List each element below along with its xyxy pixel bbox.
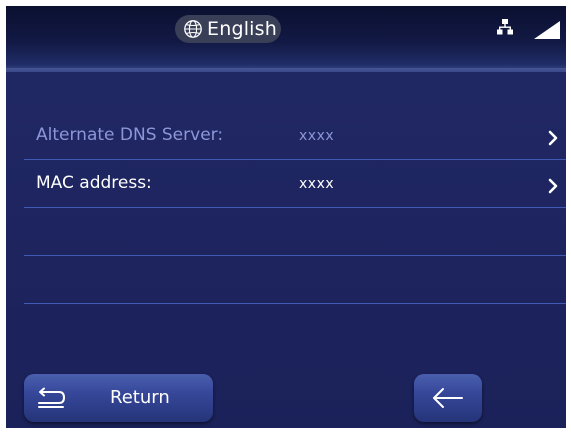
language-selector[interactable]: English — [175, 15, 281, 43]
chevron-right-icon — [548, 130, 558, 146]
row-value: xxxx — [299, 128, 335, 144]
row-divider — [24, 303, 566, 304]
screen: English Alternate DNS Server: xxxx MAC a… — [6, 6, 566, 428]
row-divider — [24, 207, 566, 208]
row-label: MAC address: — [36, 173, 152, 193]
row-divider — [24, 159, 566, 160]
settings-row-empty — [24, 257, 566, 305]
back-button[interactable] — [414, 374, 482, 422]
row-value: xxxx — [299, 176, 335, 192]
return-label: Return — [110, 387, 170, 408]
arrow-left-icon — [433, 388, 463, 408]
status-bar: English — [6, 6, 566, 72]
return-button[interactable]: Return — [24, 374, 213, 422]
network-icon — [497, 19, 513, 35]
language-label: English — [207, 18, 278, 40]
signal-icon — [534, 21, 560, 39]
globe-icon — [184, 20, 202, 38]
row-divider — [24, 255, 566, 256]
return-icon — [38, 387, 65, 408]
chevron-right-icon — [548, 178, 558, 194]
settings-row-mac-address[interactable]: MAC address: xxxx — [24, 161, 566, 209]
settings-row-alternate-dns[interactable]: Alternate DNS Server: xxxx — [24, 113, 566, 161]
settings-row-empty — [24, 209, 566, 257]
row-label: Alternate DNS Server: — [36, 125, 224, 145]
